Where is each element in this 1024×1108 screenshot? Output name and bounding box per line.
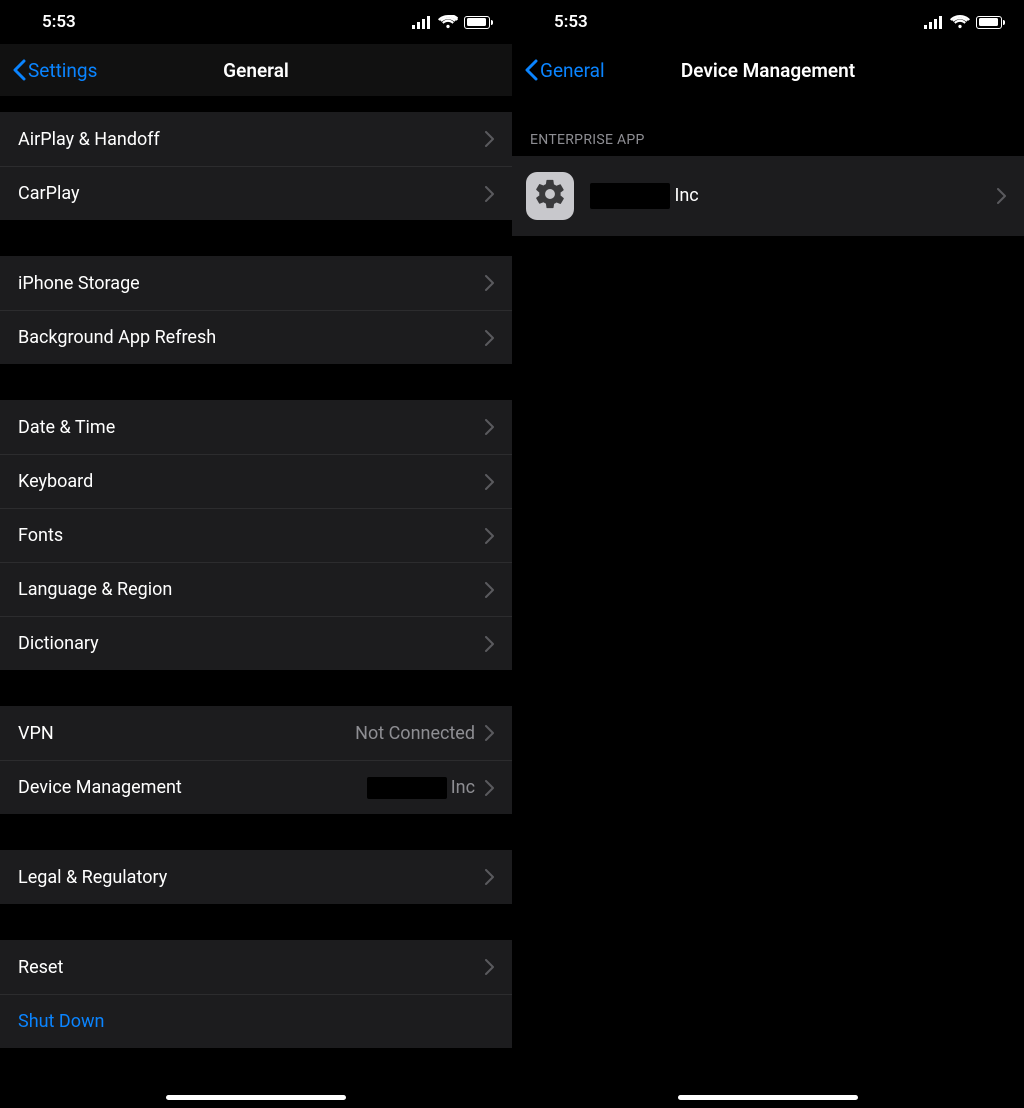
settings-row-keyboard[interactable]: Keyboard [0,454,512,508]
phone-device-management: 5:53 General Device Management ENTERPRIS… [512,0,1024,1108]
row-label: AirPlay & Handoff [18,129,485,150]
profile-label-suffix: Inc [674,185,698,206]
chevron-right-icon [485,780,494,796]
row-label: Dictionary [18,633,485,654]
back-button[interactable]: Settings [12,59,97,82]
chevron-right-icon [485,725,494,741]
settings-row-language-region[interactable]: Language & Region [0,562,512,616]
chevron-right-icon [485,528,494,544]
cellular-signal-icon [924,16,944,29]
row-label: iPhone Storage [18,273,485,294]
enterprise-profile-row[interactable]: Inc [512,156,1024,236]
row-label: Keyboard [18,471,485,492]
chevron-right-icon [485,959,494,975]
settings-row-iphone-storage[interactable]: iPhone Storage [0,256,512,310]
row-label: Legal & Regulatory [18,867,485,888]
wifi-icon [950,15,970,29]
row-label: Device Management [18,777,367,798]
chevron-right-icon [997,188,1006,204]
row-label: Shut Down [18,1011,494,1032]
chevron-left-icon [524,59,538,81]
profile-label: Inc [590,183,997,209]
chevron-right-icon [485,869,494,885]
settings-row-dictionary[interactable]: Dictionary [0,616,512,670]
settings-row-device-management[interactable]: Device Management Inc [0,760,512,814]
phone-general: 5:53 Settings General AirPlay & Handoff C… [0,0,512,1108]
settings-row-vpn[interactable]: VPNNot Connected [0,706,512,760]
page-title: General [223,59,289,82]
profile-icon [526,172,574,220]
chevron-right-icon [485,636,494,652]
home-indicator[interactable] [678,1095,858,1100]
settings-row-date-time[interactable]: Date & Time [0,400,512,454]
chevron-right-icon [485,186,494,202]
status-icons [924,15,1002,29]
row-label: Fonts [18,525,485,546]
row-detail: Not Connected [355,723,475,744]
row-label: Date & Time [18,417,485,438]
battery-icon [976,16,1002,29]
chevron-right-icon [485,419,494,435]
status-time: 5:53 [22,12,76,32]
row-label: Background App Refresh [18,327,485,348]
redacted-text [590,183,670,209]
settings-row-reset[interactable]: Reset [0,940,512,994]
row-label: VPN [18,723,355,744]
back-label: Settings [28,59,97,82]
settings-row-legal-regulatory[interactable]: Legal & Regulatory [0,850,512,904]
row-label: Reset [18,957,485,978]
row-label: Language & Region [18,579,485,600]
chevron-right-icon [485,131,494,147]
chevron-right-icon [485,330,494,346]
settings-row-shut-down[interactable]: Shut Down [0,994,512,1048]
settings-row-fonts[interactable]: Fonts [0,508,512,562]
back-button[interactable]: General [524,59,605,82]
back-label: General [540,59,605,82]
settings-row-airplay-handoff[interactable]: AirPlay & Handoff [0,112,512,166]
settings-row-carplay[interactable]: CarPlay [0,166,512,220]
status-bar: 5:53 [512,0,1024,44]
chevron-right-icon [485,474,494,490]
status-icons [412,15,490,29]
chevron-right-icon [485,275,494,291]
chevron-right-icon [485,582,494,598]
row-label: CarPlay [18,183,485,204]
redacted-text [367,777,447,799]
nav-bar: General Device Management [512,44,1024,96]
home-indicator[interactable] [166,1095,346,1100]
enterprise-app-list: ENTERPRISE APP Inc [512,96,1024,1108]
chevron-left-icon [12,59,26,81]
row-detail: Inc [367,777,475,799]
settings-row-background-app-refresh[interactable]: Background App Refresh [0,310,512,364]
wifi-icon [438,15,458,29]
settings-list[interactable]: AirPlay & Handoff CarPlay iPhone Storage Ba… [0,96,512,1108]
nav-bar: Settings General [0,44,512,96]
status-bar: 5:53 [0,0,512,44]
page-title: Device Management [681,59,855,82]
section-header-enterprise-app: ENTERPRISE APP [512,132,1024,156]
battery-icon [464,16,490,29]
status-time: 5:53 [534,12,588,32]
gear-icon [533,177,567,216]
cellular-signal-icon [412,16,432,29]
